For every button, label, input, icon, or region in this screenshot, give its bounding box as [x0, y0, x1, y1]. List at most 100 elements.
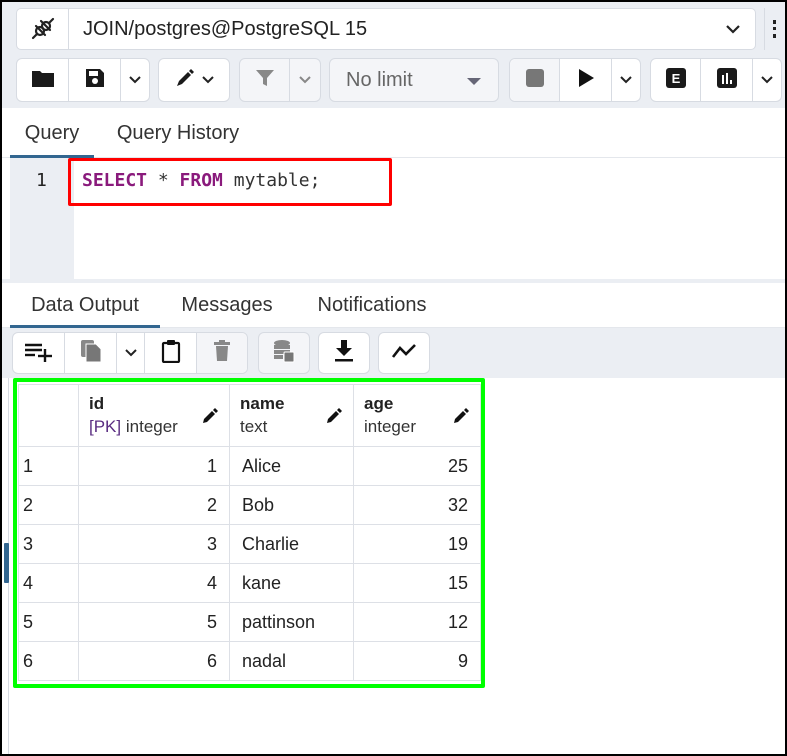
- limit-value: No limit: [346, 68, 413, 91]
- cell-name[interactable]: Charlie: [229, 524, 354, 564]
- cell-age[interactable]: 9: [353, 641, 481, 681]
- sql-editor[interactable]: 1 SELECT * FROM mytable;: [2, 158, 785, 279]
- delete-button[interactable]: [197, 333, 247, 373]
- explain-button[interactable]: E: [651, 59, 701, 101]
- row-number-cell[interactable]: 4: [18, 563, 79, 603]
- cell-name[interactable]: pattinson: [229, 602, 354, 642]
- copy-options-button[interactable]: [117, 333, 145, 373]
- tab-messages[interactable]: Messages: [168, 283, 286, 328]
- chevron-down-icon: [201, 71, 215, 89]
- pk-marker: [PK]: [89, 417, 122, 436]
- download-button-inner: [319, 333, 369, 373]
- tab-query-history[interactable]: Query History: [102, 108, 254, 158]
- database-save-icon: [272, 339, 296, 368]
- filter-options-button[interactable]: [290, 59, 320, 101]
- tab-data-output[interactable]: Data Output: [10, 283, 160, 329]
- row-number-cell[interactable]: 1: [18, 446, 79, 486]
- file-button-group: [16, 58, 150, 102]
- pgadmin-query-tool: JOIN/postgres@PostgreSQL 15 No limit E Q…: [2, 2, 785, 754]
- save-data-button-inner: [259, 333, 309, 373]
- edit-button[interactable]: [158, 58, 230, 102]
- table-header-row: id [PK] integer name text age integer: [18, 384, 481, 447]
- table-row: 4 4 kane 15: [18, 563, 481, 603]
- filter-button[interactable]: [240, 59, 290, 101]
- column-header-name[interactable]: name text: [229, 384, 354, 447]
- query-toolbar: No limit E: [2, 54, 785, 108]
- tab-notifications[interactable]: Notifications: [298, 283, 446, 328]
- result-table: id [PK] integer name text age integer 1 …: [18, 384, 481, 681]
- explain-analyze-button[interactable]: [701, 59, 753, 101]
- row-number-cell[interactable]: 2: [18, 485, 79, 525]
- edit-column-icon[interactable]: [201, 407, 219, 430]
- explain-button-group: E: [650, 58, 782, 102]
- data-output-grid: id [PK] integer name text age integer 1 …: [2, 378, 785, 754]
- save-icon: [84, 67, 106, 94]
- add-row-icon: [24, 340, 54, 367]
- graph-visualiser-button[interactable]: [378, 332, 430, 374]
- scrollbar-thumb[interactable]: [4, 543, 9, 583]
- edit-button-inner[interactable]: [159, 59, 229, 101]
- cell-id[interactable]: 3: [78, 524, 230, 564]
- download-button[interactable]: [318, 332, 370, 374]
- cell-age[interactable]: 32: [353, 485, 481, 525]
- stop-icon: [525, 68, 545, 93]
- explain-icon: E: [665, 67, 687, 94]
- save-data-button[interactable]: [258, 332, 310, 374]
- line-number: 1: [36, 170, 47, 191]
- filter-button-group: [239, 58, 321, 102]
- plug-connection-icon[interactable]: [17, 9, 69, 49]
- cell-age[interactable]: 15: [353, 563, 481, 603]
- add-row-button[interactable]: [13, 333, 65, 373]
- edit-column-icon[interactable]: [325, 407, 343, 430]
- cell-id[interactable]: 5: [78, 602, 230, 642]
- cell-id[interactable]: 2: [78, 485, 230, 525]
- table-row: 2 2 Bob 32: [18, 485, 481, 525]
- chevron-down-icon[interactable]: [711, 24, 755, 34]
- connection-select[interactable]: JOIN/postgres@PostgreSQL 15: [16, 8, 756, 50]
- row-number-header[interactable]: [18, 384, 79, 447]
- copy-icon: [80, 339, 102, 368]
- column-header-id[interactable]: id [PK] integer: [78, 384, 230, 447]
- tab-query[interactable]: Query: [10, 108, 94, 159]
- row-number-cell[interactable]: 3: [18, 524, 79, 564]
- cell-age[interactable]: 25: [353, 446, 481, 486]
- cell-name[interactable]: kane: [229, 563, 354, 603]
- chevron-down-icon: [124, 344, 138, 362]
- edit-column-icon[interactable]: [452, 407, 470, 430]
- row-number-cell[interactable]: 5: [18, 602, 79, 642]
- save-file-button[interactable]: [69, 59, 121, 101]
- stop-button[interactable]: [510, 59, 560, 101]
- connection-bar: JOIN/postgres@PostgreSQL 15: [2, 2, 785, 54]
- chevron-down-icon: [128, 71, 142, 89]
- row-edit-button-group: [12, 332, 248, 374]
- cell-id[interactable]: 1: [78, 446, 230, 486]
- explain-options-button[interactable]: [753, 59, 781, 101]
- cell-id[interactable]: 4: [78, 563, 230, 603]
- cell-name[interactable]: nadal: [229, 641, 354, 681]
- cell-name[interactable]: Bob: [229, 485, 354, 525]
- query-tabs: Query Query History: [2, 108, 785, 159]
- save-options-button[interactable]: [121, 59, 149, 101]
- cell-age[interactable]: 19: [353, 524, 481, 564]
- limit-select[interactable]: No limit: [329, 58, 499, 102]
- execute-options-button[interactable]: [612, 59, 640, 101]
- paste-button[interactable]: [145, 333, 197, 373]
- chevron-down-icon: [760, 71, 774, 89]
- table-row: 5 5 pattinson 12: [18, 602, 481, 642]
- cell-id[interactable]: 6: [78, 641, 230, 681]
- more-options-icon[interactable]: [764, 8, 785, 50]
- row-number-cell[interactable]: 6: [18, 641, 79, 681]
- download-icon: [334, 339, 354, 368]
- execute-button[interactable]: [560, 59, 612, 101]
- open-file-button[interactable]: [17, 59, 69, 101]
- cell-name[interactable]: Alice: [229, 446, 354, 486]
- query-highlight-box: [68, 158, 392, 206]
- column-header-age[interactable]: age integer: [353, 384, 481, 447]
- bar-chart-icon: [716, 67, 738, 94]
- chevron-down-icon: [619, 71, 633, 89]
- table-row: 1 1 Alice 25: [18, 446, 481, 486]
- trash-icon: [213, 339, 231, 367]
- copy-button[interactable]: [65, 333, 117, 373]
- cell-age[interactable]: 12: [353, 602, 481, 642]
- clipboard-icon: [161, 339, 181, 368]
